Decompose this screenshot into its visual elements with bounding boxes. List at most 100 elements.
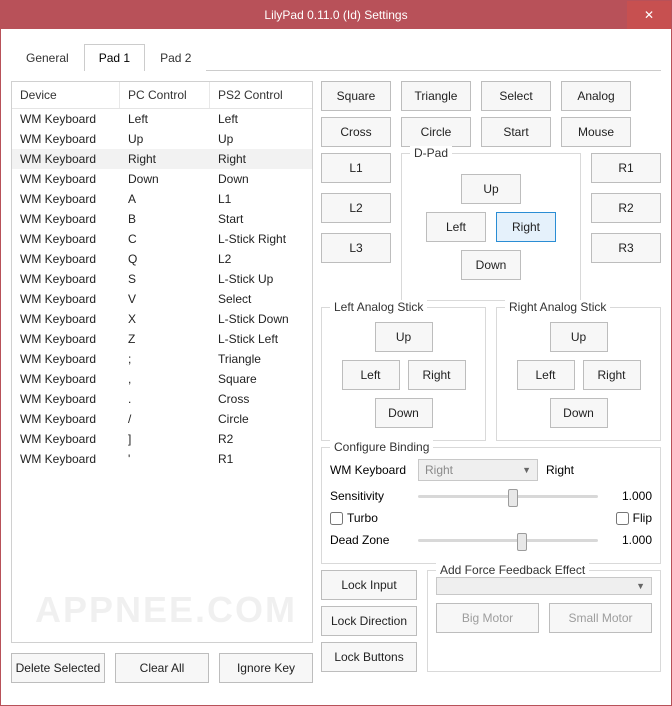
cfg-binding-label: Right <box>546 463 574 477</box>
start-button[interactable]: Start <box>481 117 551 147</box>
ffb-select[interactable]: ▼ <box>436 577 652 595</box>
l1-button[interactable]: L1 <box>321 153 391 183</box>
col-pc-control[interactable]: PC Control <box>120 82 210 108</box>
table-cell: WM Keyboard <box>12 312 120 326</box>
table-cell: Q <box>120 252 210 266</box>
table-cell: WM Keyboard <box>12 412 120 426</box>
l3-button[interactable]: L3 <box>321 233 391 263</box>
lstick-right-button[interactable]: Right <box>408 360 466 390</box>
r1-button[interactable]: R1 <box>591 153 661 183</box>
cfg-control-select[interactable]: Right ▼ <box>418 459 538 481</box>
tab-pad2[interactable]: Pad 2 <box>145 44 206 71</box>
analog-button[interactable]: Analog <box>561 81 631 111</box>
table-cell: L-Stick Left <box>210 332 312 346</box>
delete-selected-button[interactable]: Delete Selected <box>11 653 105 683</box>
deadzone-slider[interactable] <box>418 530 598 550</box>
table-row[interactable]: WM Keyboard/Circle <box>12 409 312 429</box>
table-cell: WM Keyboard <box>12 132 120 146</box>
table-cell: WM Keyboard <box>12 172 120 186</box>
small-motor-button[interactable]: Small Motor <box>549 603 652 633</box>
rstick-down-button[interactable]: Down <box>550 398 608 428</box>
tab-pad1[interactable]: Pad 1 <box>84 44 145 71</box>
lock-direction-button[interactable]: Lock Direction <box>321 606 417 636</box>
close-icon: ✕ <box>644 8 654 22</box>
table-row[interactable]: WM KeyboardSL-Stick Up <box>12 269 312 289</box>
window-title: LilyPad 0.11.0 (Id) Settings <box>264 8 407 22</box>
circle-button[interactable]: Circle <box>401 117 471 147</box>
select-button[interactable]: Select <box>481 81 551 111</box>
table-row[interactable]: WM Keyboard]R2 <box>12 429 312 449</box>
lstick-left-button[interactable]: Left <box>342 360 400 390</box>
table-row[interactable]: WM KeyboardBStart <box>12 209 312 229</box>
rstick-left-button[interactable]: Left <box>517 360 575 390</box>
table-cell: WM Keyboard <box>12 152 120 166</box>
table-cell: ] <box>120 432 210 446</box>
table-cell: A <box>120 192 210 206</box>
table-cell: L1 <box>210 192 312 206</box>
table-row[interactable]: WM KeyboardVSelect <box>12 289 312 309</box>
close-button[interactable]: ✕ <box>627 1 671 29</box>
lock-input-button[interactable]: Lock Input <box>321 570 417 600</box>
big-motor-button[interactable]: Big Motor <box>436 603 539 633</box>
turbo-checkbox[interactable]: Turbo <box>330 511 378 525</box>
dpad-up-button[interactable]: Up <box>461 174 521 204</box>
table-cell: WM Keyboard <box>12 372 120 386</box>
chevron-down-icon: ▼ <box>522 465 531 475</box>
table-row[interactable]: WM KeyboardXL-Stick Down <box>12 309 312 329</box>
lstick-down-button[interactable]: Down <box>375 398 433 428</box>
table-row[interactable]: WM Keyboard.Cross <box>12 389 312 409</box>
tab-bar: General Pad 1 Pad 2 <box>11 43 661 71</box>
table-cell: WM Keyboard <box>12 352 120 366</box>
sensitivity-slider[interactable] <box>418 486 598 506</box>
table-cell: X <box>120 312 210 326</box>
table-cell: Select <box>210 292 312 306</box>
table-cell: L-Stick Down <box>210 312 312 326</box>
triangle-button[interactable]: Triangle <box>401 81 471 111</box>
flip-input[interactable] <box>616 512 629 525</box>
table-cell: ' <box>120 452 210 466</box>
l2-button[interactable]: L2 <box>321 193 391 223</box>
table-row[interactable]: WM KeyboardZL-Stick Left <box>12 329 312 349</box>
dpad-left-button[interactable]: Left <box>426 212 486 242</box>
table-row[interactable]: WM KeyboardRightRight <box>12 149 312 169</box>
rstick-up-button[interactable]: Up <box>550 322 608 352</box>
clear-all-button[interactable]: Clear All <box>115 653 209 683</box>
bindings-table[interactable]: Device PC Control PS2 Control WM Keyboar… <box>11 81 313 643</box>
table-row[interactable]: WM KeyboardDownDown <box>12 169 312 189</box>
table-row[interactable]: WM KeyboardQL2 <box>12 249 312 269</box>
r3-button[interactable]: R3 <box>591 233 661 263</box>
table-cell: B <box>120 212 210 226</box>
deadzone-value: 1.000 <box>606 533 652 547</box>
table-cell: WM Keyboard <box>12 212 120 226</box>
table-row[interactable]: WM Keyboard;Triangle <box>12 349 312 369</box>
dpad-right-button[interactable]: Right <box>496 212 556 242</box>
mouse-button[interactable]: Mouse <box>561 117 631 147</box>
cross-button[interactable]: Cross <box>321 117 391 147</box>
col-device[interactable]: Device <box>12 82 120 108</box>
flip-label: Flip <box>633 511 652 525</box>
turbo-label: Turbo <box>347 511 378 525</box>
table-row[interactable]: WM Keyboard'R1 <box>12 449 312 469</box>
table-row[interactable]: WM KeyboardAL1 <box>12 189 312 209</box>
table-row[interactable]: WM KeyboardCL-Stick Right <box>12 229 312 249</box>
table-row[interactable]: WM KeyboardLeftLeft <box>12 109 312 129</box>
table-row[interactable]: WM Keyboard,Square <box>12 369 312 389</box>
dpad-down-button[interactable]: Down <box>461 250 521 280</box>
r2-button[interactable]: R2 <box>591 193 661 223</box>
cfg-control-value: Right <box>425 463 453 477</box>
rstick-right-button[interactable]: Right <box>583 360 641 390</box>
table-cell: Down <box>210 172 312 186</box>
tab-general[interactable]: General <box>11 44 84 71</box>
sensitivity-value: 1.000 <box>606 489 652 503</box>
lock-buttons-button[interactable]: Lock Buttons <box>321 642 417 672</box>
square-button[interactable]: Square <box>321 81 391 111</box>
lstick-up-button[interactable]: Up <box>375 322 433 352</box>
flip-checkbox[interactable]: Flip <box>616 511 652 525</box>
titlebar: LilyPad 0.11.0 (Id) Settings ✕ <box>1 1 671 29</box>
table-row[interactable]: WM KeyboardUpUp <box>12 129 312 149</box>
col-ps2-control[interactable]: PS2 Control <box>210 82 312 108</box>
table-cell: Right <box>120 152 210 166</box>
ignore-key-button[interactable]: Ignore Key <box>219 653 313 683</box>
left-stick-legend: Left Analog Stick <box>330 300 427 314</box>
turbo-input[interactable] <box>330 512 343 525</box>
